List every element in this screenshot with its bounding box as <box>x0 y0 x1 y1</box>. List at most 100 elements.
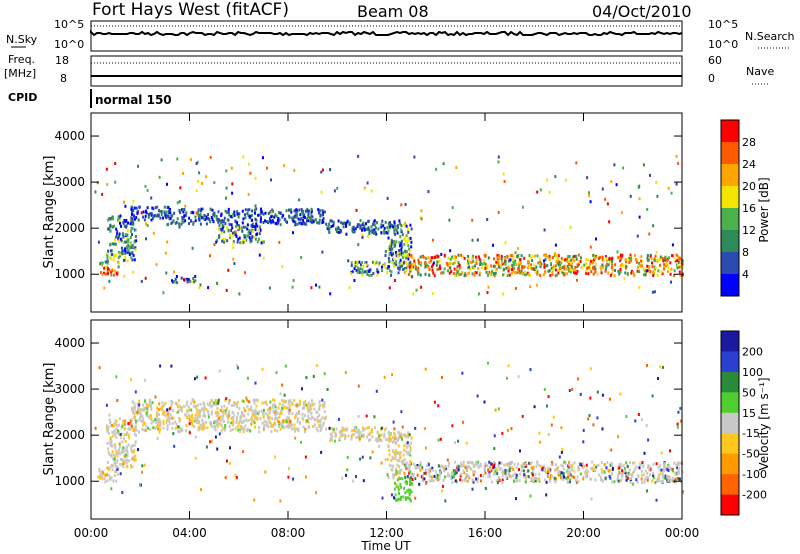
x-tick-label: 00:00 <box>665 526 700 540</box>
power-cell <box>242 155 245 159</box>
velocity-cell <box>261 421 264 425</box>
velocity-cell <box>540 464 543 468</box>
power-cell <box>356 271 359 274</box>
velocity-cell <box>444 465 447 468</box>
power-cell <box>173 270 176 274</box>
velocity-cell <box>666 475 669 479</box>
power-cell <box>651 265 654 269</box>
velocity-cell <box>223 428 226 432</box>
power-cell <box>295 215 298 219</box>
power-cell <box>244 271 246 275</box>
power-cell <box>455 166 458 169</box>
power-cell <box>175 221 178 224</box>
power-cell <box>543 228 546 232</box>
power-cell <box>101 261 104 265</box>
power-cell <box>165 271 168 275</box>
power-cell <box>294 223 297 227</box>
power-cell <box>432 261 435 265</box>
nave-tick-lo: 0 <box>708 72 715 85</box>
velocity-cell <box>362 428 365 432</box>
velocity-cell <box>299 401 301 405</box>
power-cell <box>650 257 653 261</box>
velocity-cell <box>674 477 677 481</box>
velocity-cell <box>250 405 253 409</box>
power-cell <box>232 241 235 245</box>
power-cell <box>253 235 256 239</box>
velocity-cell <box>450 477 452 481</box>
power-cell <box>638 286 641 289</box>
velocity-cell <box>109 436 112 440</box>
velocity-cell <box>652 471 654 475</box>
power-cell <box>403 243 406 247</box>
power-cell <box>636 260 638 264</box>
velocity-cell <box>127 422 130 425</box>
velocity-cell <box>678 466 681 470</box>
velocity-cell <box>216 410 219 414</box>
velocity-cell <box>188 422 191 426</box>
velocity-cell <box>168 422 171 425</box>
power-cell <box>381 269 383 272</box>
velocity-cell <box>588 414 591 417</box>
power-cell <box>546 264 549 268</box>
velocity-cell <box>332 427 335 431</box>
velocity-cell <box>179 430 182 433</box>
velocity-cell <box>94 426 97 430</box>
velocity-cell <box>451 471 454 475</box>
power-cell <box>656 273 659 277</box>
power-cell <box>159 209 161 213</box>
velocity-cell <box>149 416 152 420</box>
velocity-cell <box>622 464 625 468</box>
power-cell <box>196 179 199 183</box>
power-cell <box>215 215 218 218</box>
velocity-cell <box>133 412 136 416</box>
power-colorbar-segment <box>721 186 739 209</box>
power-cell <box>452 262 455 266</box>
power-cell <box>638 184 641 188</box>
power-cell <box>291 285 294 289</box>
power-cell <box>576 278 578 282</box>
freq-panel <box>90 55 683 87</box>
velocity-cell <box>660 451 663 455</box>
power-cell <box>504 262 507 266</box>
power-cell <box>97 240 100 244</box>
power-cell <box>668 256 671 260</box>
velocity-cell <box>162 419 165 423</box>
velocity-cell <box>130 449 133 453</box>
power-cell <box>321 213 324 217</box>
velocity-cell <box>161 406 164 410</box>
velocity-cell <box>106 427 108 430</box>
velocity-cell <box>530 478 533 482</box>
velocity-cell <box>390 459 393 462</box>
velocity-cell <box>387 476 390 479</box>
power-cell <box>345 222 348 225</box>
power-cell <box>638 197 641 201</box>
power-cell <box>646 269 649 273</box>
velocity-cell <box>643 480 646 484</box>
freq-tick-lo: 8 <box>60 72 67 85</box>
velocity-cell <box>173 420 176 424</box>
velocity-cell <box>294 429 296 433</box>
power-cell <box>167 215 170 219</box>
power-cell <box>670 267 673 271</box>
velocity-cell <box>399 477 402 481</box>
velocity-cell <box>613 480 616 484</box>
power-cell <box>367 226 370 230</box>
power-cell <box>266 166 268 170</box>
power-cell <box>620 257 623 261</box>
velocity-colorbar-tick: 100 <box>742 366 763 379</box>
velocity-cell <box>401 477 404 481</box>
power-cell <box>111 225 114 229</box>
power-cell <box>387 256 390 260</box>
power-cell <box>110 257 113 261</box>
power-cell <box>114 242 117 246</box>
velocity-cell <box>648 468 651 472</box>
power-cell <box>362 221 365 225</box>
velocity-cell <box>138 399 141 403</box>
velocity-cell <box>119 433 122 436</box>
velocity-cell <box>269 406 271 410</box>
velocity-cell <box>110 487 113 491</box>
velocity-cell <box>254 381 257 385</box>
velocity-cell <box>369 438 372 442</box>
velocity-cell <box>403 471 406 475</box>
velocity-cell <box>259 417 262 420</box>
